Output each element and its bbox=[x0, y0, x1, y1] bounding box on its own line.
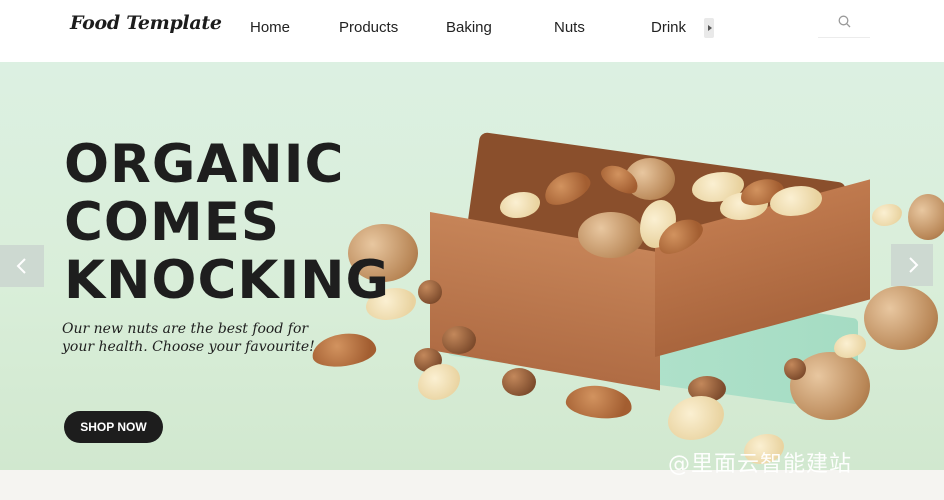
hero-title: ORGANIC COMES KNOCKING bbox=[64, 136, 390, 310]
nav-item-home[interactable]: Home bbox=[250, 19, 290, 36]
hazelnut-image bbox=[502, 368, 536, 396]
hero-title-line: COMES bbox=[64, 192, 281, 253]
carousel-prev-button[interactable] bbox=[0, 245, 44, 287]
nav-item-products[interactable]: Products bbox=[339, 19, 398, 36]
search-icon bbox=[838, 15, 851, 28]
walnut-image bbox=[864, 286, 938, 350]
hero-subtitle: Our new nuts are the best food for your … bbox=[62, 321, 315, 355]
nav-item-drink[interactable]: Drink bbox=[651, 19, 686, 36]
chevron-left-icon bbox=[16, 258, 26, 274]
watermark: @里面云智能建站 bbox=[668, 452, 853, 477]
site-header: Food Template Home Products Baking Nuts … bbox=[0, 0, 944, 62]
main-nav: Home Products Baking Nuts Drink bbox=[0, 0, 944, 62]
cashew-image bbox=[834, 334, 866, 358]
nav-item-baking[interactable]: Baking bbox=[446, 19, 492, 36]
almond-image bbox=[564, 382, 634, 422]
shop-now-button[interactable]: SHOP NOW bbox=[64, 411, 163, 443]
hero-banner: ORGANIC COMES KNOCKING Our new nuts are … bbox=[0, 62, 944, 470]
search-button[interactable] bbox=[818, 8, 870, 38]
hero-title-line: KNOCKING bbox=[64, 250, 391, 311]
carousel-next-button[interactable] bbox=[891, 244, 933, 286]
nav-more-button[interactable] bbox=[704, 18, 714, 38]
chevron-right-icon bbox=[909, 257, 919, 273]
hero-title-line: ORGANIC bbox=[64, 134, 345, 195]
cashew-image bbox=[872, 204, 902, 226]
cashew-image bbox=[668, 396, 724, 440]
walnut-image bbox=[908, 194, 944, 240]
hazelnut-image bbox=[418, 280, 442, 304]
walnut-image bbox=[578, 212, 644, 258]
hazelnut-image bbox=[442, 326, 476, 354]
hazelnut-image bbox=[784, 358, 806, 380]
nav-item-nuts[interactable]: Nuts bbox=[554, 19, 585, 36]
